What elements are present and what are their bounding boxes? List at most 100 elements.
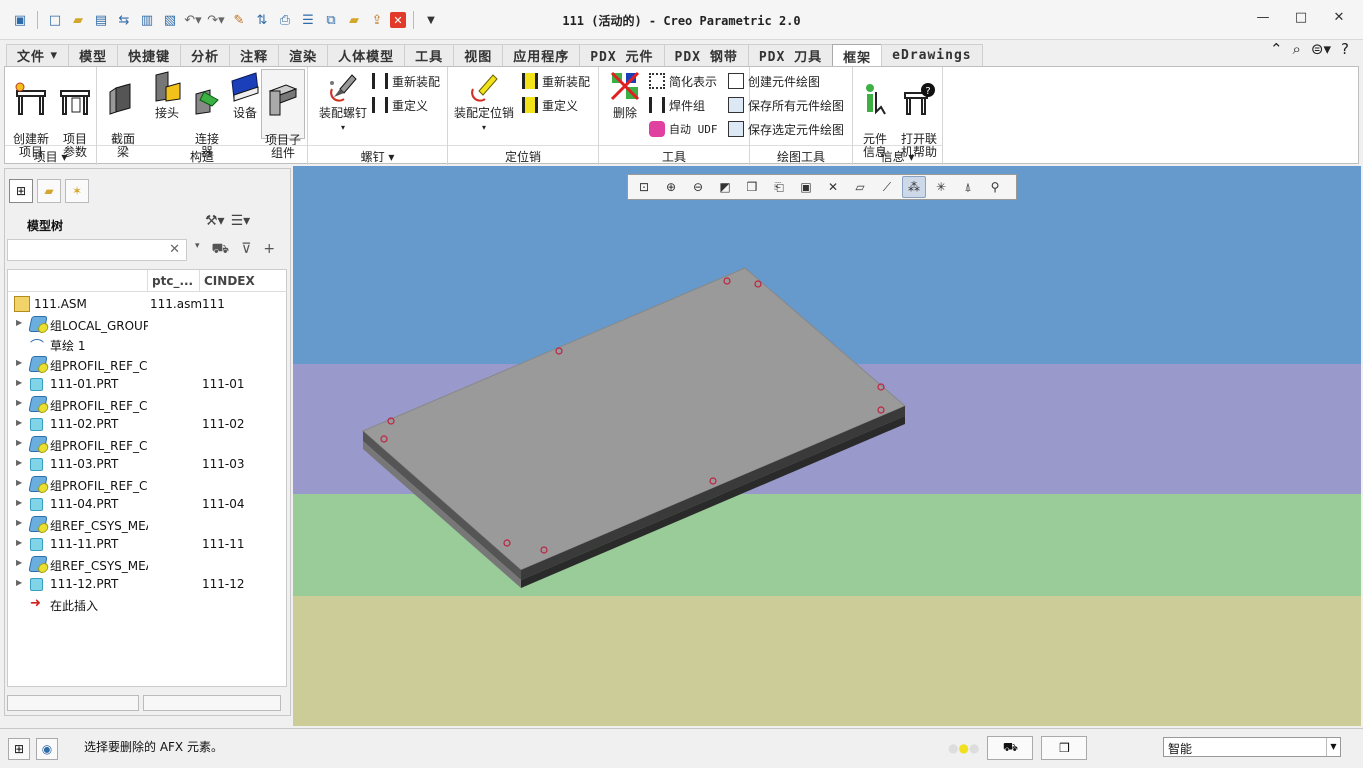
tree-row[interactable]: ▶ 组REF_CSYS_MEA [8,554,286,574]
tab-render[interactable]: 渲染 [278,44,329,66]
tree-column-ptc[interactable]: ptc_... [148,270,200,291]
datum-point-icon[interactable]: ⁂ [902,176,926,198]
maximize-icon[interactable]: □ [1291,10,1311,25]
save-selected-drawings-button[interactable]: 保存选定元件绘图 [728,119,844,139]
expand-arrow-icon[interactable]: ▶ [16,438,22,447]
screw-reassemble-button[interactable]: 重新装配 [372,71,440,91]
selection-filter-select[interactable]: 智能 ▼ [1163,737,1341,757]
refit-icon[interactable]: ⊡ [632,176,656,198]
repaint-icon[interactable]: ◩ [713,176,737,198]
group-label-screw[interactable]: 螺钉 ▾ [308,145,447,164]
save-all-drawings-button[interactable]: 保存所有元件绘图 [728,95,844,115]
assemble-screw-button[interactable]: 装配螺钉 ▾ [312,69,374,134]
minimize-icon[interactable]: — [1253,10,1273,25]
show-navigator-icon[interactable]: ⊞ [8,738,30,760]
saved-views-icon[interactable]: ⎗ [767,176,791,198]
zoom-in-icon[interactable]: ⊕ [659,176,683,198]
favorites-tab-icon[interactable]: ✶ [65,179,89,203]
group-label-project[interactable]: 项目 ▾ [5,145,96,164]
tree-row[interactable]: ▶ 组PROFIL_REF_CS [8,394,286,414]
datum-plane-icon[interactable]: ▱ [848,176,872,198]
expand-arrow-icon[interactable]: ▶ [16,378,22,387]
tree-row[interactable]: ▶ 111-11.PRT 111-11 [8,534,286,554]
expand-arrow-icon[interactable]: ▶ [16,578,22,587]
tab-shortcuts[interactable]: 快捷键 [117,44,182,66]
tree-row[interactable]: ▶ 组PROFIL_REF_CS [8,474,286,494]
horizontal-scrollbar-right[interactable] [143,695,281,711]
help-question-icon[interactable]: ? [1341,40,1349,58]
assemble-pin-button[interactable]: 装配定位销 ▾ [452,69,516,134]
spin-center-icon[interactable]: ⍋ [956,176,980,198]
pin-redefine-button[interactable]: 重定义 [522,95,578,115]
tab-model[interactable]: 模型 [68,44,119,66]
graphics-window[interactable]: ⊡ ⊕ ⊖ ◩ ❒ ⎗ ▣ ✕ ▱ ⟋ ⁂ ✳ ⍋ ⚲ [293,166,1361,726]
csys-icon[interactable]: ✳ [929,176,953,198]
tab-pdx-tools[interactable]: PDX 刀具 [747,44,834,66]
close-icon[interactable]: ✕ [1329,10,1349,25]
expand-arrow-icon[interactable]: ▶ [16,478,22,487]
tree-columns-icon[interactable]: ☰▾ [231,213,251,229]
perspective-icon[interactable]: ✕ [821,176,845,198]
pin-reassemble-button[interactable]: 重新装配 [522,71,590,91]
tree-row[interactable]: ▶ 111-03.PRT 111-03 [8,454,286,474]
expand-arrow-icon[interactable]: ▶ [16,458,22,467]
create-component-drawing-button[interactable]: 创建元件绘图 [728,71,820,91]
collapse-ribbon-icon[interactable]: ⌃ [1270,40,1283,58]
tree-row[interactable]: ▶ 组REF_CSYS_MEA [8,514,286,534]
show-browser-icon[interactable]: ◉ [36,738,58,760]
tab-pdx-components[interactable]: PDX 元件 [579,44,665,66]
zoom-out-icon[interactable]: ⊖ [686,176,710,198]
expand-arrow-icon[interactable]: ▶ [16,318,22,327]
find-icon[interactable]: ⛟ [212,241,230,259]
project-subassembly-button[interactable]: 项目子 组件 [261,69,305,160]
expand-arrow-icon[interactable]: ▶ [16,558,22,567]
expand-arrow-icon[interactable]: ▶ [16,538,22,547]
auto-udf-button[interactable]: 自动 UDF [649,119,718,139]
tab-file[interactable]: 文件 ▾ [6,44,70,66]
tree-search-input[interactable]: ✕ [7,239,187,261]
tab-annotate[interactable]: 注释 [229,44,280,66]
tree-row[interactable]: ➜ 在此插入 [8,594,286,614]
add-icon[interactable]: + [263,241,275,259]
tree-row[interactable]: ⌒ 草绘 1 [8,334,286,355]
selected-items-icon[interactable]: ❒ [1041,736,1088,760]
datum-axis-icon[interactable]: ⟋ [875,176,899,198]
tree-name-column[interactable] [8,270,148,291]
tab-framework[interactable]: 框架 [832,44,883,67]
tree-column-cindex[interactable]: CINDEX [200,270,286,291]
find-tool-icon[interactable]: ⛟ [987,736,1034,760]
horizontal-scrollbar-left[interactable] [7,695,139,711]
annotation-icon[interactable]: ⚲ [983,176,1007,198]
tree-settings-icon[interactable]: ⚒▾ [205,213,225,229]
simplified-rep-button[interactable]: 简化表示 [649,71,717,91]
tab-manikin[interactable]: 人体模型 [327,44,406,66]
search-dropdown-icon[interactable]: ▾ [195,241,200,259]
tree-row[interactable]: ▶ 组PROFIL_REF_CS [8,354,286,374]
search-icon[interactable]: ⌕ [1293,40,1301,58]
tab-tools[interactable]: 工具 [404,44,455,66]
tab-view[interactable]: 视图 [453,44,504,66]
screw-redefine-button[interactable]: 重定义 [372,95,428,115]
expand-arrow-icon[interactable]: ▶ [16,498,22,507]
folder-browser-tab-icon[interactable]: ▰ [37,179,61,203]
model-tree-tab-icon[interactable]: ⊞ [9,179,33,203]
tab-edrawings[interactable]: eDrawings [881,44,983,66]
expand-arrow-icon[interactable]: ▶ [16,398,22,407]
filter-icon[interactable]: ⊽ [241,241,251,259]
tree-row[interactable]: ▶ 组PROFIL_REF_CS [8,434,286,454]
expand-arrow-icon[interactable]: ▶ [16,358,22,367]
group-label-info[interactable]: 信息 ▾ [853,145,942,164]
clear-search-icon[interactable]: ✕ [169,242,180,257]
tab-applications[interactable]: 应用程序 [502,44,581,66]
help-icon[interactable]: ⊜▾ [1311,40,1331,58]
display-style-icon[interactable]: ❒ [740,176,764,198]
joint-button[interactable]: 接头 [145,69,189,120]
weldment-group-button[interactable]: 焊件组 [649,95,705,115]
expand-arrow-icon[interactable]: ▶ [16,418,22,427]
tree-row[interactable]: ▶ 111-02.PRT 111-02 [8,414,286,434]
tree-row[interactable]: ▶ 111-01.PRT 111-01 [8,374,286,394]
tab-analysis[interactable]: 分析 [180,44,231,66]
delete-button[interactable]: 删除 [603,69,647,120]
expand-arrow-icon[interactable]: ▶ [16,518,22,527]
tree-row[interactable]: 111.ASM 111.asm 111 [8,294,286,314]
